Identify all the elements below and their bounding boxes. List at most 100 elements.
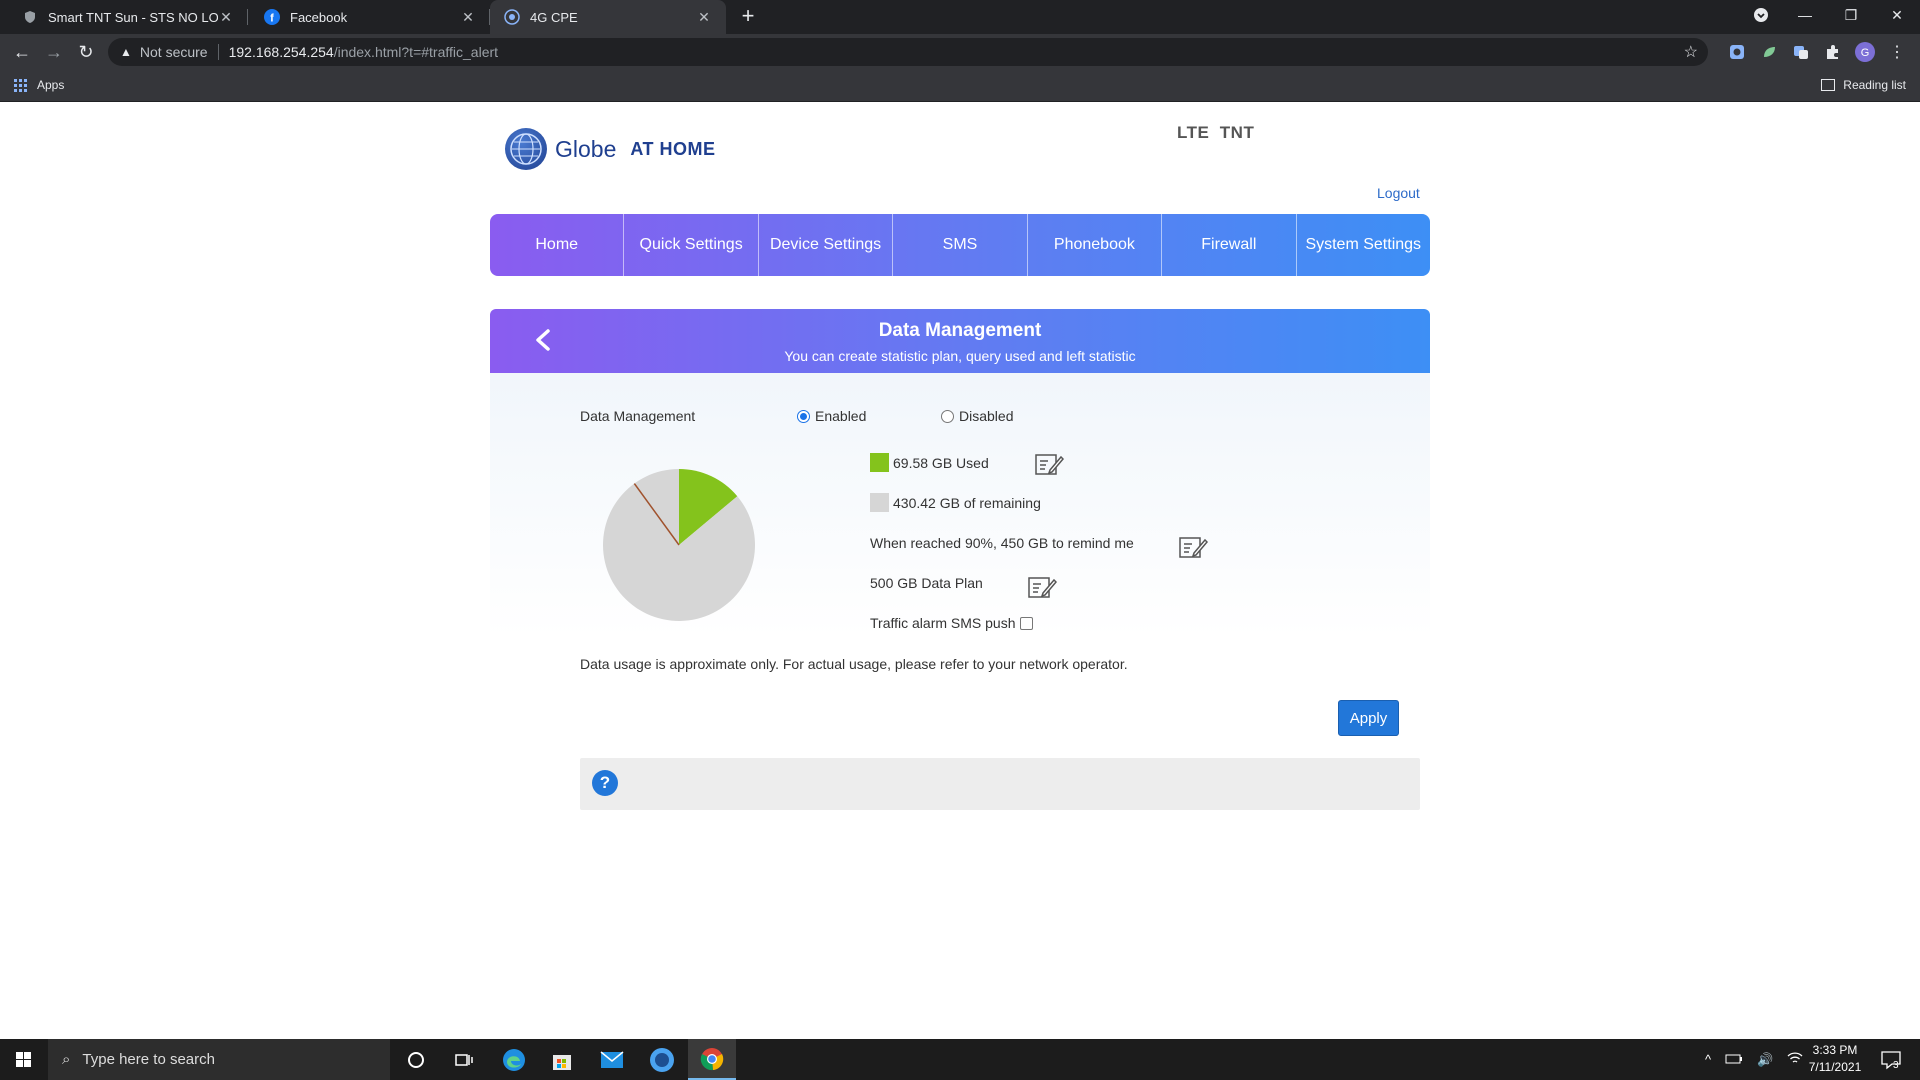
apps-label: Apps [37, 78, 65, 92]
enabled-radio[interactable]: Enabled [797, 408, 866, 424]
browser-tab[interactable]: Smart TNT Sun - STS NO LOAD - ✕ [8, 0, 248, 34]
svg-text:f: f [270, 13, 274, 25]
browser-menu-icon[interactable]: ⋮ [1887, 42, 1907, 62]
close-tab-icon[interactable]: ✕ [696, 9, 712, 26]
panel-title: Data Management [878, 320, 1042, 341]
brand-suffix: AT HOME [630, 138, 716, 159]
url-host: 192.168.254.254 [228, 44, 334, 60]
browser-tab-strip: Smart TNT Sun - STS NO LOAD - ✕ f Facebo… [0, 0, 1920, 34]
browser-tab[interactable]: f Facebook ✕ [250, 0, 490, 34]
sms-push-row: Traffic alarm SMS push [870, 615, 1033, 631]
warning-icon: ▲ [120, 45, 132, 59]
windows-logo-icon [15, 1052, 31, 1067]
microsoft-store-icon[interactable] [538, 1039, 586, 1080]
panel-header: Data Management You can create statistic… [490, 309, 1430, 373]
panel-subtitle: You can create statistic plan, query use… [784, 348, 1136, 364]
extension-translate-icon[interactable] [1791, 42, 1811, 62]
taskbar-search[interactable]: ⌕ Type here to search [48, 1039, 390, 1080]
url-path: /index.html?t=#traffic_alert [333, 44, 499, 60]
reading-list-button[interactable]: Reading list [1821, 78, 1906, 92]
apps-grid-icon [14, 78, 27, 92]
nav-sms[interactable]: SMS [893, 214, 1028, 276]
restore-button[interactable]: ❐ [1828, 0, 1874, 30]
globe-app-icon[interactable] [638, 1039, 686, 1080]
address-bar[interactable]: ▲ Not secure 192.168.254.254 /index.html… [108, 38, 1708, 66]
start-button[interactable] [0, 1039, 46, 1080]
edit-plan-icon[interactable] [1027, 574, 1057, 600]
extensions-puzzle-icon[interactable] [1823, 42, 1843, 62]
cortana-icon[interactable] [392, 1039, 440, 1080]
battery-icon[interactable] [1725, 1052, 1743, 1067]
reminder-text: When reached 90%, 450 GB to remind me [870, 535, 1134, 551]
router-admin-page: Globe AT HOME LTE TNT Logout Home Quick … [0, 103, 1920, 1039]
used-value: 69.58 GB Used [893, 454, 989, 471]
nav-phonebook[interactable]: Phonebook [1028, 214, 1163, 276]
nav-home[interactable]: Home [490, 214, 625, 276]
profile-avatar-icon[interactable]: G [1855, 42, 1875, 62]
remaining-value: 430.42 GB of remaining [893, 494, 1041, 511]
tab-search-icon[interactable] [1738, 0, 1784, 30]
reading-list-icon [1821, 79, 1836, 91]
usage-disclaimer: Data usage is approximate only. For actu… [580, 656, 1128, 672]
edit-used-icon[interactable] [1034, 451, 1064, 477]
nav-device-settings[interactable]: Device Settings [759, 214, 894, 276]
edit-reminder-icon[interactable] [1178, 534, 1208, 560]
apps-shortcut[interactable]: Apps [14, 78, 64, 92]
task-view-icon[interactable] [440, 1039, 488, 1080]
mail-icon[interactable] [588, 1039, 636, 1080]
search-placeholder: Type here to search [82, 1051, 215, 1068]
shield-icon [22, 9, 38, 25]
volume-icon[interactable]: 🔊 [1757, 1052, 1773, 1068]
clock-time: 3:33 PM [1812, 1043, 1858, 1057]
close-tab-icon[interactable]: ✕ [218, 9, 234, 26]
nav-firewall[interactable]: Firewall [1162, 214, 1297, 276]
windows-taskbar: ⌕ Type here to search ^ 🔊 3:33 PM 7/11/2… [0, 1039, 1920, 1080]
close-tab-icon[interactable]: ✕ [460, 9, 476, 26]
reading-list-label: Reading list [1843, 78, 1906, 92]
data-usage-pie-chart [603, 469, 755, 621]
apply-button[interactable]: Apply [1338, 700, 1399, 736]
back-icon[interactable]: ← [10, 40, 34, 64]
browser-toolbar: ← → ↻ ▲ Not secure 192.168.254.254 /inde… [0, 34, 1920, 70]
edge-browser-icon[interactable] [490, 1039, 538, 1080]
sms-push-label: Traffic alarm SMS push [870, 615, 1016, 631]
notification-center[interactable]: 3 [1880, 1039, 1901, 1080]
chrome-icon[interactable] [688, 1039, 736, 1080]
globe-icon [504, 9, 520, 25]
radio-checked-icon [797, 409, 810, 423]
taskbar-clock[interactable]: 3:33 PM 7/11/2021 [1800, 1042, 1870, 1076]
help-question-icon[interactable]: ? [592, 770, 618, 796]
data-plan-text: 500 GB Data Plan [870, 575, 983, 591]
back-arrow-icon[interactable] [526, 323, 560, 357]
data-management-panel: Data Management Enabled Disabled 69.58 G… [490, 373, 1430, 813]
new-tab-button[interactable]: + [736, 4, 760, 28]
sms-push-checkbox[interactable] [1019, 616, 1033, 630]
reload-icon[interactable]: ↻ [74, 40, 98, 64]
bookmarks-bar: Apps Reading list [0, 70, 1920, 102]
notification-count: 3 [1893, 1060, 1899, 1071]
extension-leaf-icon[interactable] [1759, 42, 1779, 62]
reminder-row: When reached 90%, 450 GB to remind me [870, 535, 1134, 551]
divider [217, 44, 219, 60]
data-management-label: Data Management [580, 408, 696, 424]
security-status: Not secure [139, 44, 208, 60]
clock-date: 7/11/2021 [1808, 1060, 1862, 1074]
nav-system-settings[interactable]: System Settings [1297, 214, 1430, 276]
network-operator: LTE TNT [1177, 123, 1255, 142]
browser-tab-active[interactable]: 4G CPE ✕ [490, 0, 726, 34]
logout-link[interactable]: Logout [1377, 185, 1420, 201]
forward-icon[interactable]: → [42, 40, 66, 64]
used-swatch [870, 453, 889, 472]
bookmark-star-icon[interactable]: ☆ [1684, 42, 1698, 62]
main-navigation: Home Quick Settings Device Settings SMS … [490, 214, 1430, 276]
facebook-icon: f [264, 9, 280, 25]
extension-screenshot-icon[interactable] [1727, 42, 1747, 62]
disabled-radio[interactable]: Disabled [941, 408, 1013, 424]
tab-title: Facebook [290, 9, 348, 25]
search-icon: ⌕ [62, 1051, 71, 1068]
nav-quick-settings[interactable]: Quick Settings [624, 214, 759, 276]
minimize-button[interactable]: — [1782, 0, 1828, 30]
chevron-up-icon[interactable]: ^ [1705, 1052, 1711, 1067]
close-window-button[interactable]: ✕ [1874, 0, 1920, 30]
remaining-swatch [870, 493, 889, 512]
